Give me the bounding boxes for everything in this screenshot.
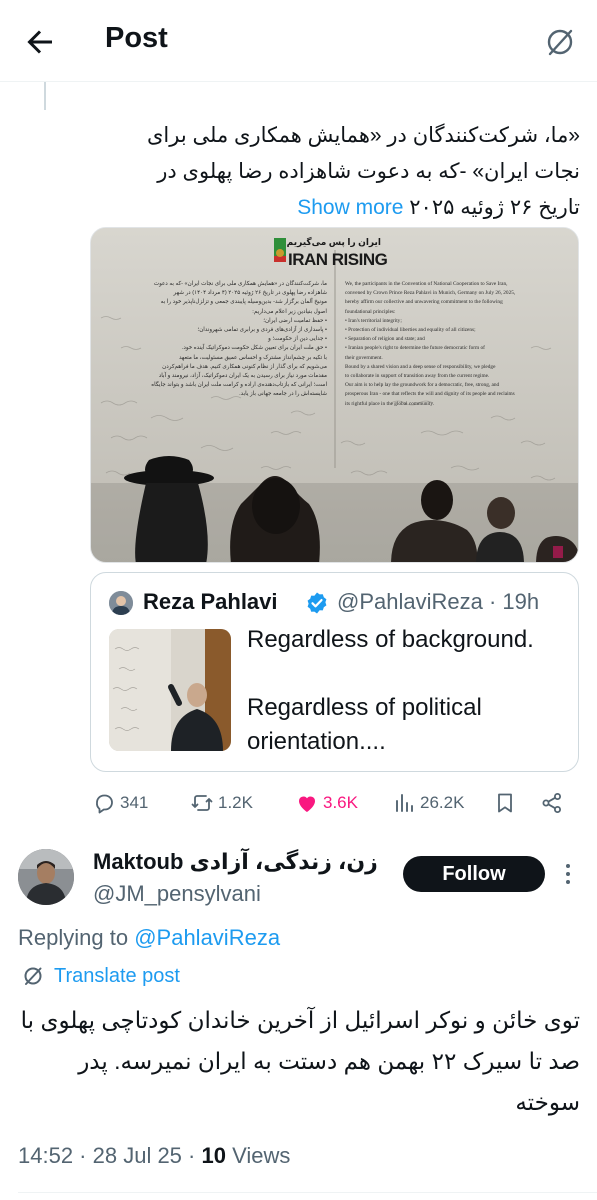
views-label: Views [232, 1143, 291, 1168]
views-total: 10 [201, 1143, 226, 1168]
declaration-persian-line: ما، شرکت‌کنندگان در «همایش همکاری ملی بر… [153, 281, 327, 287]
tweet-text: «ما، شرکت‌کنندگان در «همایش همکاری ملی ب… [110, 118, 580, 226]
declaration-english-line: Our aim is to help lay the groundwork fo… [345, 382, 500, 389]
quoted-text: Regardless of background. Regardless of … [247, 623, 567, 759]
views-count: 26.2K [420, 793, 465, 812]
grok-icon[interactable] [544, 26, 576, 58]
post-metadata: 14:52 · 28 Jul 25 · 10 Views [18, 1143, 291, 1168]
declaration-english-line: prosperous Iran - one that reflects the … [345, 391, 515, 398]
declaration-persian-line: اصول بنیادین زیر اعلام می‌داریم: [252, 308, 327, 315]
share-button[interactable] [540, 788, 568, 818]
quoted-tweet[interactable]: Reza Pahlavi @PahlaviReza · 19h Regardle… [90, 572, 579, 772]
declaration-english-line: its rightful place in the global communi… [345, 400, 434, 407]
declaration-persian-line: • پاسداری از آزادی‌های فردی و برابری تما… [197, 327, 327, 334]
translate-post-label: Translate post [54, 964, 180, 987]
bookmark-button[interactable] [493, 788, 521, 818]
reply-avatar[interactable] [18, 849, 74, 905]
reply-author-name[interactable]: Maktoub زن، زندگی، آزادی [93, 849, 378, 875]
declaration-english-line: convened by Crown Prince Reza Pahlavi in… [345, 290, 516, 297]
declaration-persian-line: است؛ ایرانی که بازتاب‌دهنده‌ی اراده و کر… [151, 382, 327, 389]
follow-button[interactable]: Follow [403, 856, 545, 892]
quoted-author-name[interactable]: Reza Pahlavi [143, 589, 278, 615]
quoted-text-line-1: Regardless of background. [247, 626, 534, 653]
reply-author-name-en: Maktoub [93, 849, 184, 874]
like-count: 3.6K [323, 793, 358, 812]
quoted-text-line-2: Regardless of political orientation.... [247, 694, 482, 755]
show-more-link[interactable]: Show more [297, 196, 403, 219]
declaration-persian: ما، شرکت‌کنندگان در «همایش همکاری ملی بر… [99, 280, 327, 424]
declaration-english-line: foundational principles: [345, 308, 396, 315]
quoted-time: 19h [502, 589, 540, 614]
banner-persian: ایران را پس می‌گیریم [286, 237, 381, 247]
declaration-english: We, the participants in the Convention o… [345, 280, 573, 424]
action-bar: 341 1.2K 3.6K 26.2K [90, 788, 579, 818]
repost-count: 1.2K [218, 793, 253, 812]
declaration-persian-line: • حفظ تمامیت ارضی ایران؛ [263, 317, 327, 324]
back-arrow-icon[interactable] [22, 24, 58, 60]
declaration-english-line: • Protection of individual liberties and… [345, 327, 476, 334]
reply-icon [96, 794, 113, 814]
verified-badge-icon [307, 592, 327, 614]
reply-handle[interactable]: @JM_pensylvani [93, 881, 261, 907]
translate-post-button[interactable]: Translate post [22, 963, 180, 989]
declaration-persian-line: • جدایی دین از حکومت؛ و [268, 336, 327, 343]
divider [18, 1192, 597, 1193]
quoted-media-thumbnail[interactable] [109, 629, 231, 751]
banner-english: IRAN RISING [288, 250, 388, 269]
declaration-persian-line: با تکیه بر چشم‌انداز مشترک و احساس عمیق … [178, 354, 327, 361]
tweet-image[interactable]: ایران را پس می‌گیریم IRAN RISING We, the… [90, 227, 579, 563]
page-title: Post [105, 22, 168, 54]
views-button[interactable]: 26.2K [392, 788, 464, 818]
replying-to: Replying to @PahlaviReza [18, 925, 280, 951]
replying-to-label: Replying to [18, 925, 129, 950]
declaration-persian-line: شاهزاده رضا پهلوی در تاریخ ۲۶ ژوئیه ۲۰۲۵… [173, 290, 327, 297]
replying-to-handle[interactable]: @PahlaviReza [134, 925, 280, 950]
reply-text: توی خائن و نوکر اسرائیل از آخرین خاندان … [20, 1007, 580, 1115]
declaration-english-line: • Iran's territorial integrity; [345, 317, 402, 324]
grok-translate-icon [24, 967, 42, 985]
post-time: 14:52 [18, 1143, 74, 1168]
reply-button[interactable]: 341 [92, 788, 148, 818]
declaration-persian-line: شایسته‌اش را در جامعه جهانی باز یابد. [239, 391, 327, 398]
declaration-english-line: hereby affirm our collective and unwaver… [345, 299, 503, 306]
top-bar: Post [0, 0, 597, 82]
reply-author-name-fa: زن، زندگی، آزادی [189, 849, 378, 874]
declaration-english-line: We, the participants in the Convention o… [345, 281, 508, 287]
declaration-english-line: Bound by a shared vision and a deep sens… [345, 363, 496, 370]
views-icon [396, 794, 413, 812]
reply-count: 341 [120, 793, 149, 812]
declaration-english-line: • Separation of religion and state; and [345, 336, 425, 343]
repost-button[interactable]: 1.2K [190, 788, 253, 818]
like-button[interactable]: 3.6K [295, 788, 358, 818]
quoted-avatar[interactable] [109, 591, 133, 615]
declaration-english-line: their government. [345, 354, 383, 361]
heart-filled-icon [299, 796, 315, 812]
bookmark-icon [498, 793, 512, 813]
thread-line [44, 82, 46, 110]
declaration-persian-line: مونیخ آلمان برگزار شد- بدین‌وسیله پایبند… [160, 299, 327, 306]
quoted-handle: @PahlaviReza [337, 589, 483, 614]
more-options-icon[interactable] [558, 859, 578, 889]
declaration-persian-line: • حق ملت ایران برای تعیین شکل حکومت دموک… [181, 345, 327, 352]
repost-icon [191, 795, 213, 811]
declaration-english-line: • Iranian people's right to determine th… [345, 345, 485, 352]
declaration-english-line: to collaborate in support of transition … [345, 373, 490, 380]
declaration-persian-line: مقدمات مورد نیاز برای رسیدن به یک ایران … [158, 373, 327, 380]
declaration-persian-line: می‌شویم که برای گذار از نظام کنونی همکار… [162, 363, 327, 370]
quoted-handle-time: @PahlaviReza · 19h [337, 589, 540, 614]
share-icon [542, 793, 561, 813]
post-date: 28 Jul 25 [92, 1143, 182, 1168]
